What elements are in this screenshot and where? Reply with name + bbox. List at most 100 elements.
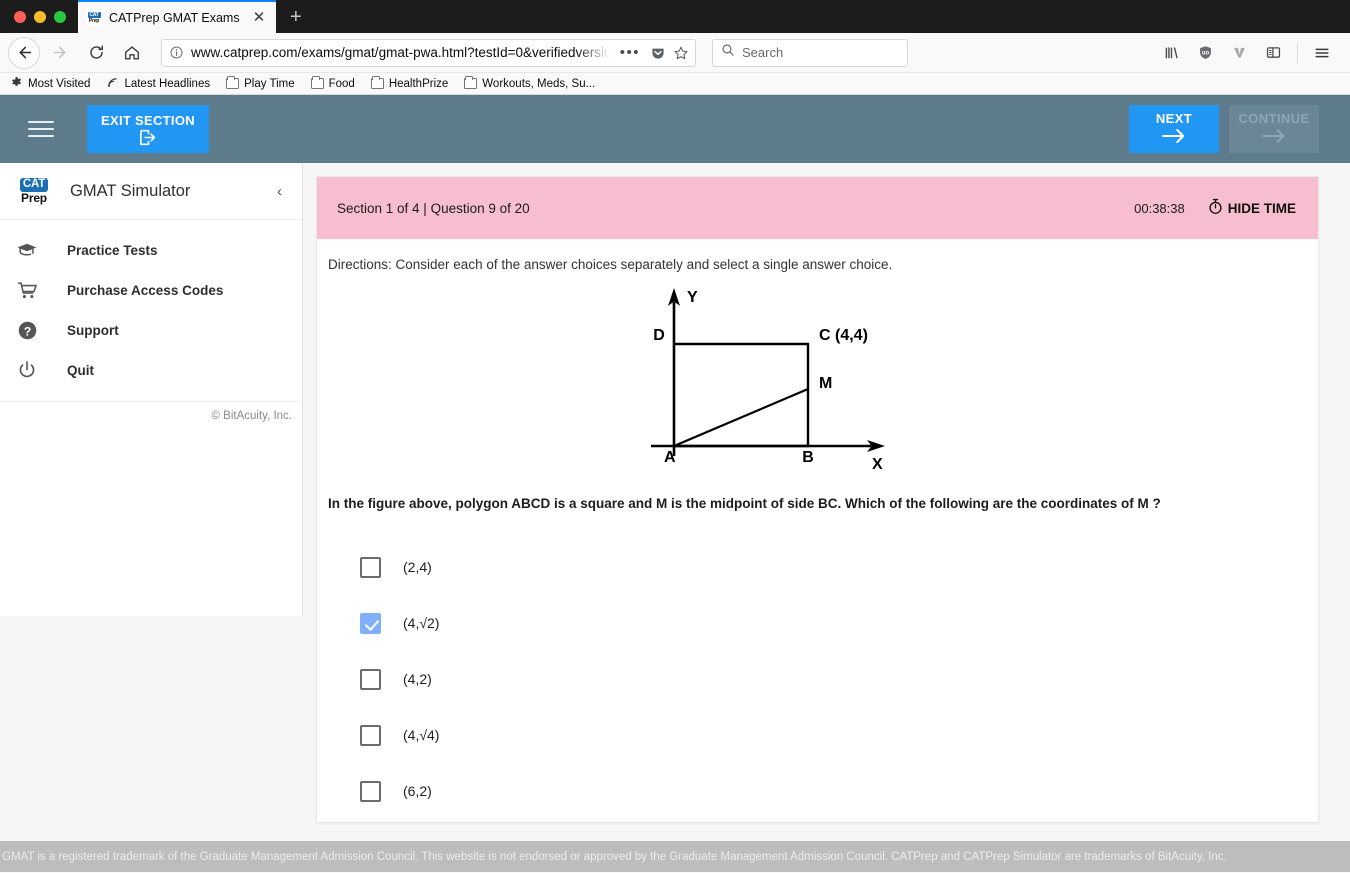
bookmark-label: Food (328, 77, 355, 90)
graduation-cap-icon (14, 241, 40, 259)
sidebar-item-label: Support (67, 322, 119, 338)
sidebar-toggle-icon[interactable] (1257, 37, 1289, 69)
forward-arrow-icon (44, 37, 76, 69)
svg-text:?: ? (23, 324, 31, 338)
toolbar-divider (1297, 42, 1298, 63)
page-body: CAT Prep GMAT Simulator ‹ Practice Tests (0, 163, 1350, 872)
exit-section-label: EXIT SECTION (101, 112, 195, 128)
sidebar: CAT Prep GMAT Simulator ‹ Practice Tests (0, 163, 303, 616)
sidebar-header: CAT Prep GMAT Simulator ‹ (0, 163, 302, 220)
browser-tab-bar: CAT Prep CATPrep GMAT Exams ✕ + (0, 0, 1350, 33)
pocket-save-icon[interactable] (650, 45, 666, 61)
sidebar-item-support[interactable]: ? Support (0, 310, 302, 350)
logo-cat-text: CAT (19, 177, 49, 192)
sidebar-copyright: © BitAcuity, Inc. (0, 401, 302, 422)
favicon-prep-text: Prep (88, 17, 100, 24)
page-info-icon[interactable] (168, 45, 184, 60)
browser-window: CAT Prep CATPrep GMAT Exams ✕ + www.catp… (0, 0, 1350, 873)
folder-icon (310, 75, 324, 89)
url-bar[interactable]: www.catprep.com/exams/gmat/gmat-pwa.html… (161, 38, 696, 67)
search-icon (721, 43, 735, 62)
svg-text:X: X (872, 456, 883, 473)
sidebar-item-practice-tests[interactable]: Practice Tests (0, 230, 302, 270)
svg-text:uo: uo (1201, 51, 1209, 57)
gear-icon (10, 76, 23, 92)
bookmark-star-icon[interactable] (673, 45, 689, 61)
shopping-cart-icon (14, 281, 40, 300)
sidebar-item-label: Practice Tests (67, 242, 158, 258)
sidebar-item-label: Quit (67, 362, 94, 378)
maximize-window-button[interactable] (54, 11, 66, 23)
next-arrow-icon (1161, 127, 1187, 148)
search-bar[interactable]: Search (712, 38, 908, 67)
url-text: www.catprep.com/exams/gmat/gmat-pwa.html… (191, 45, 610, 60)
stopwatch-icon (1207, 198, 1224, 218)
banner-right: 00:38:38 HIDE TIME (1134, 198, 1296, 218)
folder-icon (464, 75, 478, 89)
figure-svg: D C (4,4) M A B Y X (651, 288, 885, 473)
window-traffic-lights (0, 11, 78, 33)
back-arrow-icon[interactable] (8, 36, 40, 69)
answer-choice[interactable]: (4,√4) (360, 707, 1318, 763)
next-button[interactable]: NEXT (1129, 105, 1219, 153)
continue-arrow-icon (1261, 127, 1287, 148)
library-icon[interactable] (1155, 37, 1187, 69)
svg-text:D: D (653, 327, 665, 344)
chevron-left-icon[interactable]: ‹ (277, 183, 288, 200)
browser-navigation-bar: www.catprep.com/exams/gmat/gmat-pwa.html… (0, 33, 1350, 73)
bookmarks-bar: Most Visited Latest Headlines Play Time … (0, 73, 1350, 95)
logo-prep-text: Prep (21, 190, 47, 205)
continue-label: CONTINUE (1238, 110, 1310, 126)
browser-tab[interactable]: CAT Prep CATPrep GMAT Exams ✕ (78, 0, 276, 33)
close-tab-icon[interactable]: ✕ (250, 10, 268, 25)
answer-checkbox[interactable] (360, 780, 381, 802)
exit-section-button[interactable]: EXIT SECTION (87, 105, 209, 153)
new-tab-button[interactable]: + (290, 6, 302, 29)
directions-text: Directions: Consider each of the answer … (328, 257, 893, 272)
answer-checkbox[interactable] (360, 724, 381, 746)
answer-choice[interactable]: (2,4) (360, 539, 1318, 595)
answer-choice[interactable]: (6,2) (360, 763, 1318, 819)
browser-toolbar-icons: uo (1155, 37, 1342, 69)
page-actions-icon[interactable]: ••• (617, 44, 643, 61)
sidebar-item-purchase-access-codes[interactable]: Purchase Access Codes (0, 270, 302, 310)
answer-checkbox[interactable] (360, 556, 381, 578)
section-question-indicator: Section 1 of 4 | Question 9 of 20 (337, 200, 530, 216)
answer-choices: (2,4) (4,√2) (4,2) (4,√4) (6,2) (317, 511, 1318, 819)
tab-favicon-catprep-icon: CAT Prep (86, 9, 102, 26)
hamburger-icon[interactable] (28, 121, 54, 137)
answer-checkbox[interactable] (360, 668, 381, 690)
answer-label: (4,2) (403, 671, 432, 687)
answer-checkbox-checked[interactable] (360, 612, 381, 634)
close-window-button[interactable] (14, 11, 26, 23)
svg-text:C (4,4): C (4,4) (819, 327, 868, 344)
answer-choice[interactable]: (4,2) (360, 651, 1318, 707)
tab-title: CATPrep GMAT Exams (109, 10, 240, 25)
v-extension-icon[interactable] (1223, 37, 1255, 69)
folder-icon (370, 75, 384, 89)
svg-text:B: B (802, 449, 814, 466)
bookmark-label: Play Time (244, 77, 295, 90)
home-house-icon[interactable] (116, 37, 148, 69)
bookmark-healthprize[interactable]: HealthPrize (370, 75, 448, 90)
answer-label: (6,2) (403, 783, 432, 799)
bookmark-food[interactable]: Food (310, 75, 355, 90)
continue-button: CONTINUE (1229, 105, 1319, 153)
svg-text:Y: Y (687, 289, 698, 306)
hide-time-button[interactable]: HIDE TIME (1207, 198, 1296, 218)
legal-footer: GMAT is a registered trademark of the Gr… (0, 841, 1350, 872)
bookmark-latest-headlines[interactable]: Latest Headlines (106, 76, 210, 92)
bookmark-most-visited[interactable]: Most Visited (10, 76, 90, 92)
menu-hamburger-icon[interactable] (1306, 37, 1338, 69)
minimize-window-button[interactable] (34, 11, 46, 23)
bookmark-workouts[interactable]: Workouts, Meds, Su... (464, 75, 595, 90)
answer-choice[interactable]: (4,√2) (360, 595, 1318, 651)
answer-label: (4,√4) (403, 727, 440, 743)
reload-arrow-icon[interactable] (80, 37, 112, 69)
folder-icon (226, 75, 240, 89)
hide-time-label: HIDE TIME (1227, 200, 1296, 216)
sidebar-item-quit[interactable]: Quit (0, 350, 302, 390)
bookmark-play-time[interactable]: Play Time (226, 75, 295, 90)
answer-label: (4,√2) (403, 615, 440, 631)
ublock-shield-icon[interactable]: uo (1189, 37, 1221, 69)
